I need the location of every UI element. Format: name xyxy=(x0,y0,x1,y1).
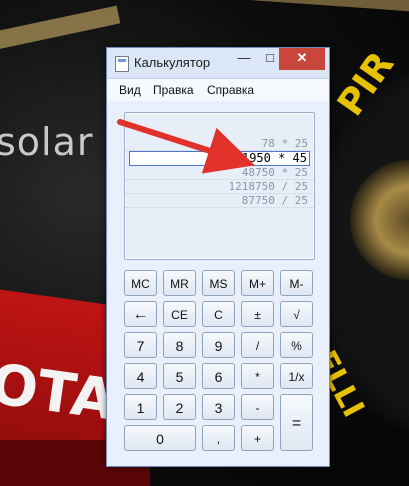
window-title: Калькулятор xyxy=(134,55,211,70)
calculator-app-icon xyxy=(115,56,129,72)
digit-2-button[interactable]: 2 xyxy=(163,394,196,420)
plus-minus-button[interactable]: ± xyxy=(241,301,274,327)
equals-button[interactable]: = xyxy=(280,394,313,451)
subtract-button[interactable]: - xyxy=(241,394,274,420)
add-button[interactable]: + xyxy=(241,425,274,451)
history-entry[interactable]: 1218750 / 25 xyxy=(125,180,314,194)
calculator-display: 78 * 25 1950 * 45 48750 * 25 1218750 / 2… xyxy=(124,112,315,260)
calculator-window: Калькулятор — □ ✕ Вид Правка Справка 78 … xyxy=(106,47,330,467)
background-sponsor-text: solar xyxy=(0,120,94,164)
menu-bar: Вид Правка Справка xyxy=(107,78,329,101)
close-button[interactable]: ✕ xyxy=(279,48,325,70)
digit-9-button[interactable]: 9 xyxy=(202,332,235,358)
minimize-button[interactable]: — xyxy=(231,48,257,70)
menu-help[interactable]: Справка xyxy=(207,83,254,97)
digit-1-button[interactable]: 1 xyxy=(124,394,157,420)
decimal-button[interactable]: , xyxy=(202,425,235,451)
keypad: MC MR MS M+ M- ← CE C ± √ 7 8 9 / % 4 5 … xyxy=(124,270,314,460)
history-entry[interactable]: 87750 / 25 xyxy=(125,194,314,208)
history-entry[interactable]: 48750 * 25 xyxy=(125,166,314,180)
memory-recall-button[interactable]: MR xyxy=(163,270,196,296)
memory-add-button[interactable]: M+ xyxy=(241,270,274,296)
menu-view[interactable]: Вид xyxy=(119,83,141,97)
divide-button[interactable]: / xyxy=(241,332,274,358)
digit-8-button[interactable]: 8 xyxy=(163,332,196,358)
digit-3-button[interactable]: 3 xyxy=(202,394,235,420)
menu-edit[interactable]: Правка xyxy=(153,83,194,97)
multiply-button[interactable]: * xyxy=(241,363,274,389)
digit-7-button[interactable]: 7 xyxy=(124,332,157,358)
memory-subtract-button[interactable]: M- xyxy=(280,270,313,296)
history-entry[interactable]: 78 * 25 xyxy=(125,137,314,151)
square-root-button[interactable]: √ xyxy=(280,301,313,327)
digit-4-button[interactable]: 4 xyxy=(124,363,157,389)
backspace-button[interactable]: ← xyxy=(124,301,157,327)
digit-6-button[interactable]: 6 xyxy=(202,363,235,389)
percent-button[interactable]: % xyxy=(280,332,313,358)
history-entry-selected[interactable]: 1950 * 45 xyxy=(129,151,310,166)
digit-5-button[interactable]: 5 xyxy=(163,363,196,389)
digit-0-button[interactable]: 0 xyxy=(124,425,196,451)
history-list: 78 * 25 1950 * 45 48750 * 25 1218750 / 2… xyxy=(125,137,314,208)
reciprocal-button[interactable]: 1/x xyxy=(280,363,313,389)
clear-button[interactable]: C xyxy=(202,301,235,327)
memory-clear-button[interactable]: MC xyxy=(124,270,157,296)
title-bar[interactable]: Калькулятор — □ ✕ xyxy=(107,48,329,78)
clear-entry-button[interactable]: CE xyxy=(163,301,196,327)
memory-store-button[interactable]: MS xyxy=(202,270,235,296)
